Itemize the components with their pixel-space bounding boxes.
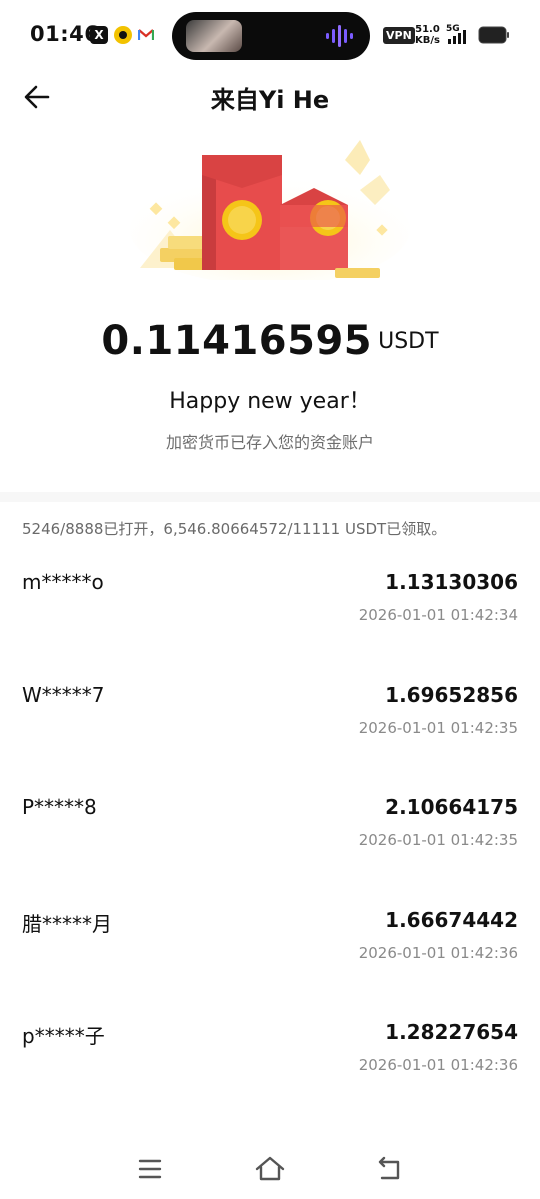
claim-time: 2026-01-01 01:42:34 [358,606,518,624]
red-envelope-illustration [130,140,410,280]
claim-amount: 1.69652856 [385,682,518,707]
deposit-note: 加密货币已存入您的资金账户 [165,433,374,452]
list-item: m*****o 1.13130306 2026-01-01 01:42:34 [0,560,540,673]
system-back-button[interactable] [370,1152,410,1186]
back-icon [378,1156,400,1180]
menu-icon [138,1159,162,1179]
claimer-name: m*****o [22,570,104,594]
home-button[interactable] [250,1152,290,1186]
received-amount: 0.11416595 USDT [0,318,540,364]
amount-unit: USDT [378,329,439,354]
claimer-name: 腊*****月 [22,911,112,936]
amount-value: 0.11416595 [101,318,373,364]
claim-amount: 1.13130306 [385,570,518,594]
vpn-badge: VPN [383,27,415,44]
claimer-name: W*****7 [22,682,105,707]
gmail-icon [137,26,155,44]
claim-record-list: m*****o 1.13130306 2026-01-01 01:42:34 W… [0,560,540,1123]
network-speed-unit: KB/s [415,35,440,46]
battery-icon [478,26,509,44]
status-time: 01:46 [30,22,100,46]
claim-time: 2026-01-01 01:42:36 [358,1056,518,1074]
list-item: P*****8 2.10664175 2026-01-01 01:42:35 [0,785,540,898]
claim-amount: 1.28227654 [385,1020,518,1044]
media-thumbnail [186,20,242,52]
system-nav-bar [0,1140,540,1199]
claim-summary: 5246/8888已打开，6,546.80664572/11111 USDT已领… [22,520,447,538]
claim-amount: 1.66674442 [385,907,518,932]
claim-time: 2026-01-01 01:42:35 [358,831,518,849]
page-title: 来自Yi He [210,86,330,114]
network-speed-value: 51.0 [415,24,440,35]
network-speed: 51.0 KB/s [415,24,440,46]
claimer-name: P*****8 [22,795,97,819]
recent-apps-button[interactable] [130,1152,170,1186]
audio-wave-icon [326,25,353,47]
status-bar: 01:46 X VPN 51.0 KB/s 5G [0,0,540,72]
notification-app-icon [114,26,132,44]
x-app-icon: X [90,26,108,44]
greeting-message: Happy new year！ [169,389,371,414]
list-item: p*****子 1.28227654 2026-01-01 01:42:36 [0,1010,540,1123]
claimer-name: p*****子 [22,1024,105,1048]
dynamic-island[interactable] [172,12,370,60]
section-divider [0,492,540,502]
signal-icon: 5G [446,24,474,46]
home-icon [255,1156,285,1181]
claim-amount: 2.10664175 [385,795,518,819]
claim-time: 2026-01-01 01:42:35 [358,718,518,737]
list-item: W*****7 1.69652856 2026-01-01 01:42:35 [0,673,540,786]
claim-time: 2026-01-01 01:42:36 [358,943,518,962]
list-item: 腊*****月 1.66674442 2026-01-01 01:42:36 [0,898,540,1011]
